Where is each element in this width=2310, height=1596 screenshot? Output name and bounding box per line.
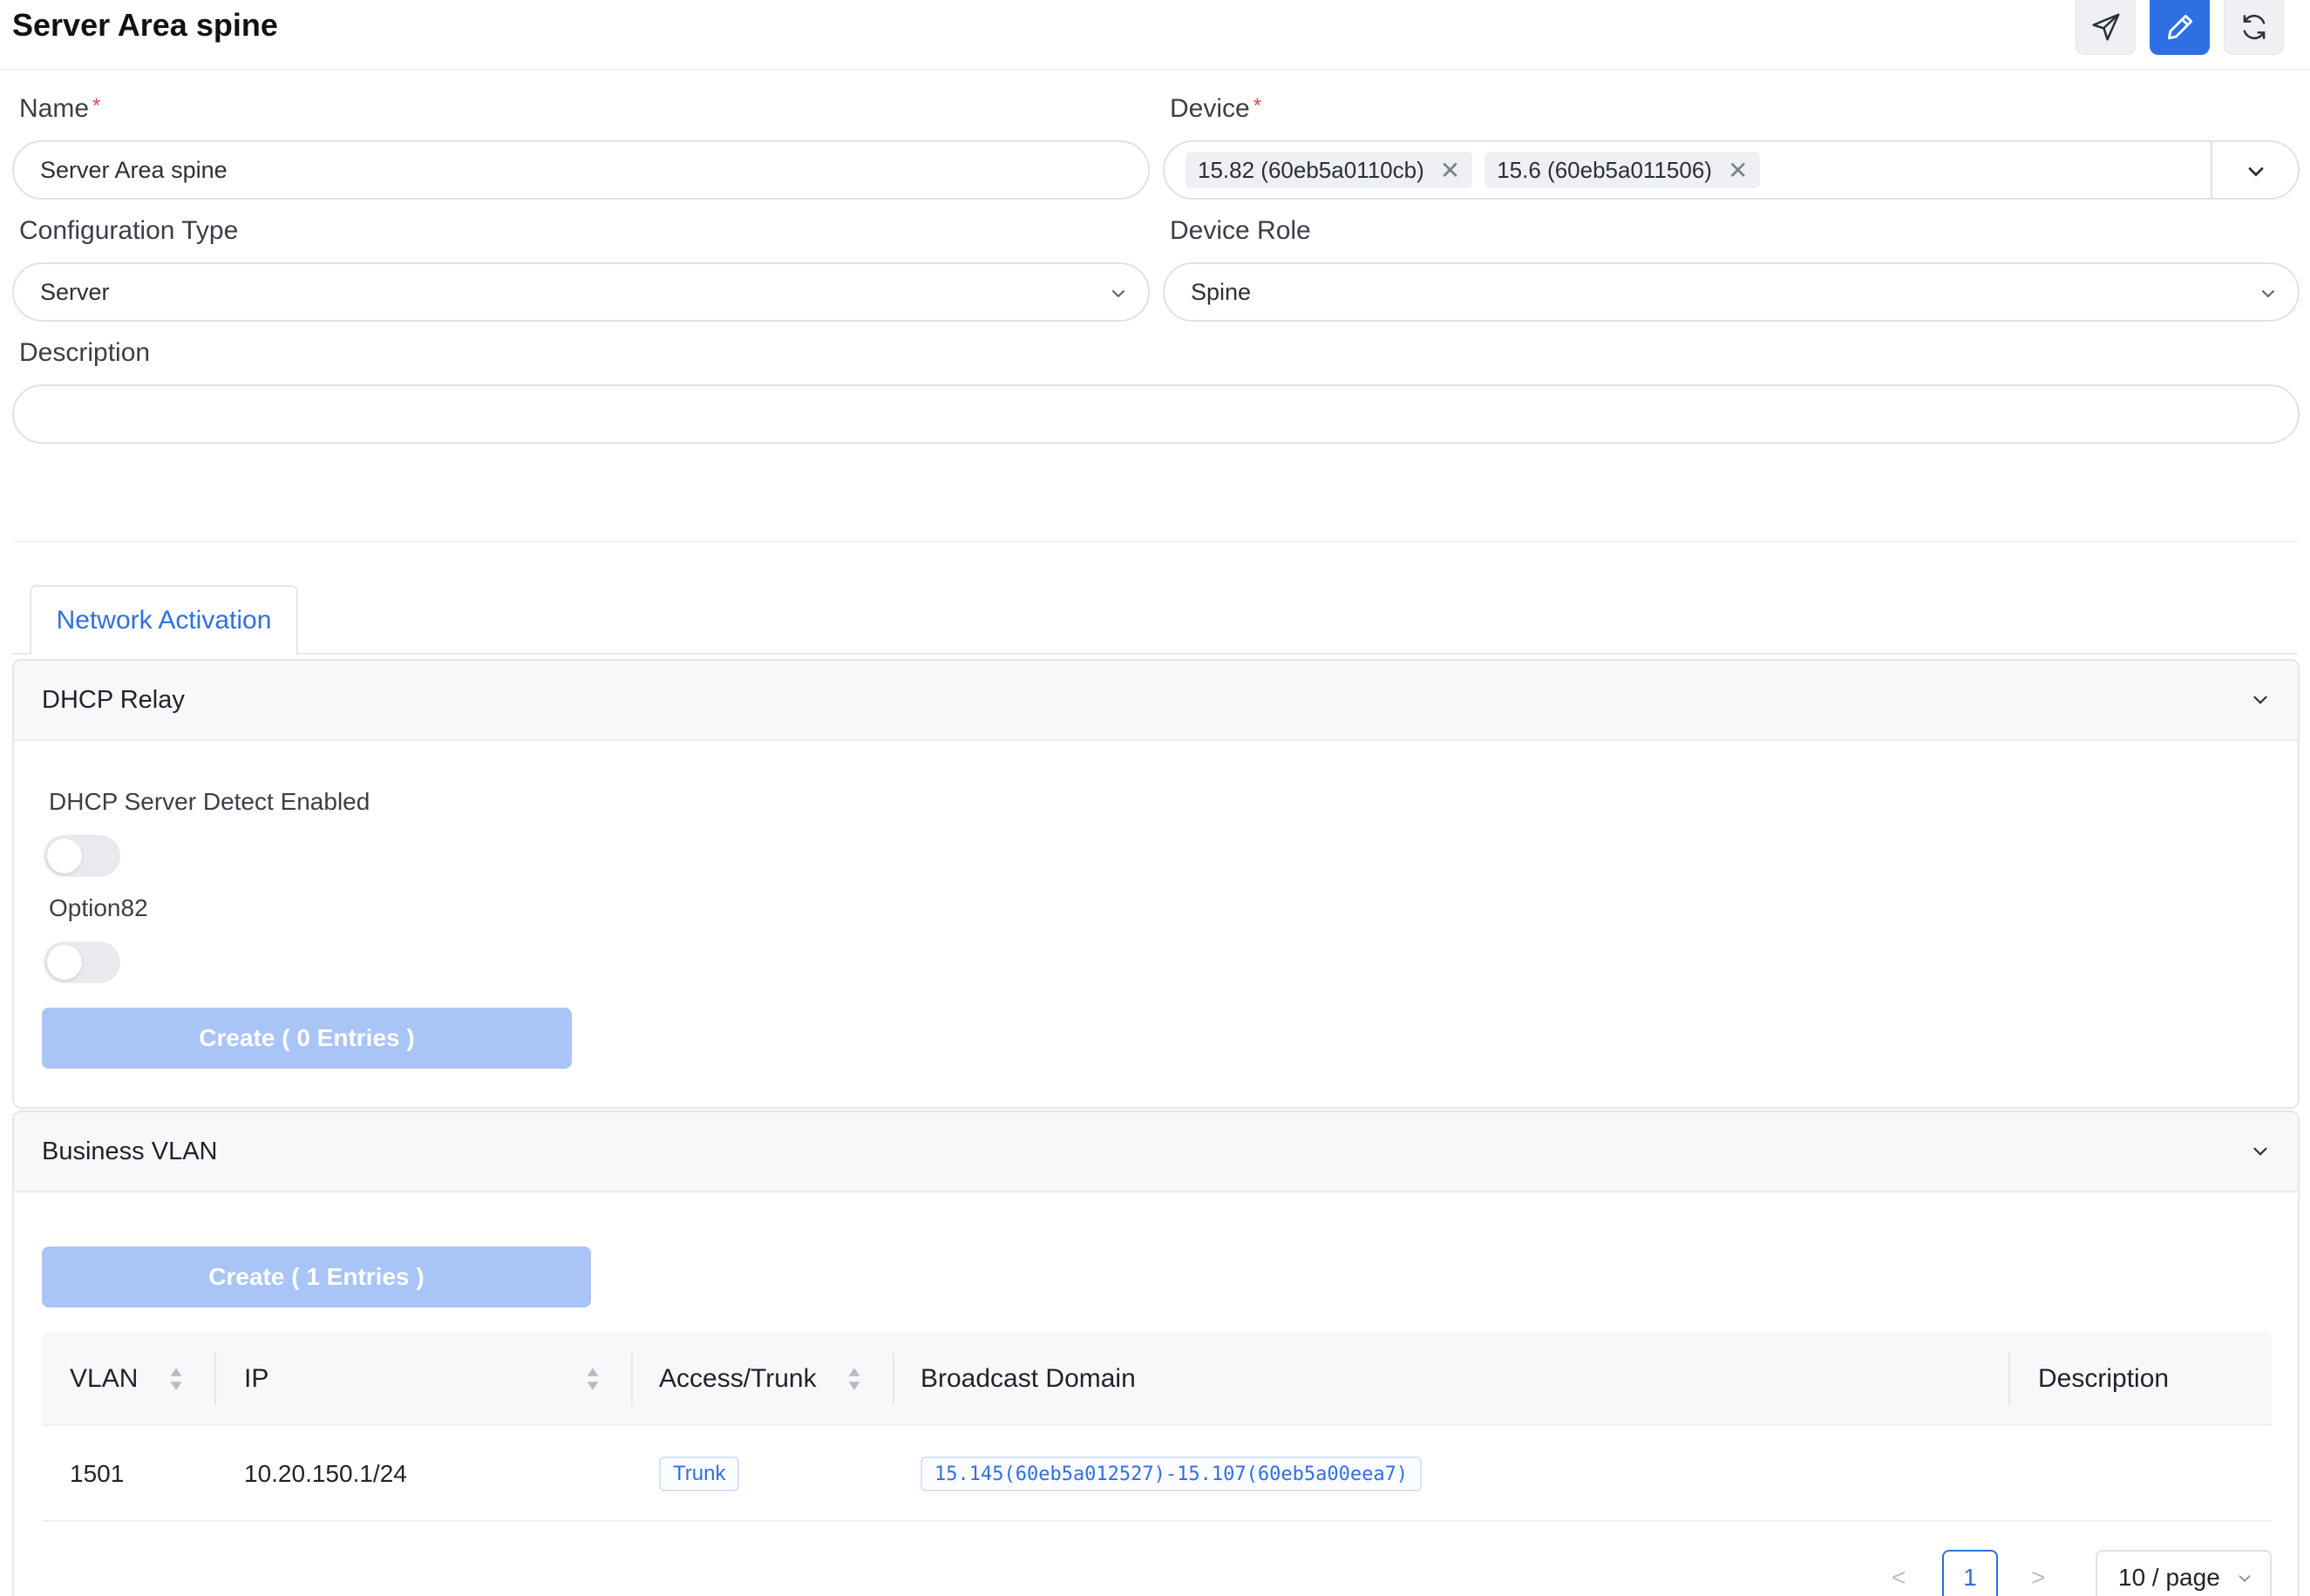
table-row: 1501 10.20.150.1/24 Trunk 15.145(60eb5a0… xyxy=(42,1426,2272,1522)
device-role-value: Spine xyxy=(1191,278,1252,305)
name-input[interactable]: Server Area spine xyxy=(12,140,1150,200)
page-size-select[interactable]: 10 / page xyxy=(2096,1550,2272,1596)
column-header-broadcast-domain: Broadcast Domain xyxy=(921,1364,1136,1393)
chevron-down-icon[interactable] xyxy=(2244,160,2268,184)
name-label: Name * xyxy=(19,94,101,123)
remove-tag-icon[interactable]: ✕ xyxy=(1728,156,1748,185)
edit-button[interactable] xyxy=(2150,0,2210,55)
cell-vlan: 1501 xyxy=(70,1460,125,1487)
edit-icon xyxy=(2167,14,2192,40)
chevron-down-icon xyxy=(2253,696,2267,704)
column-divider xyxy=(2008,1353,2010,1405)
column-header-ip[interactable]: IP xyxy=(244,1332,268,1426)
description-input[interactable] xyxy=(12,384,2300,444)
description-label: Description xyxy=(19,338,151,367)
form-divider xyxy=(12,541,2298,542)
business-vlan-header[interactable]: Business VLAN xyxy=(14,1112,2298,1192)
device-tag: 15.6 (60eb5a011506) ✕ xyxy=(1485,152,1761,188)
cell-access-trunk: Trunk xyxy=(659,1426,740,1522)
dhcp-server-detect-toggle[interactable] xyxy=(44,835,120,877)
tab-bar xyxy=(12,653,2298,655)
sort-icon[interactable] xyxy=(847,1365,861,1393)
page-size-value: 10 / page xyxy=(2118,1564,2220,1591)
create-dhcp-entries-button[interactable]: Create ( 0 Entries ) xyxy=(42,1008,572,1069)
column-header-vlan[interactable]: VLAN xyxy=(70,1332,138,1426)
column-divider xyxy=(214,1353,216,1405)
sort-icon[interactable] xyxy=(169,1365,183,1393)
remove-tag-icon[interactable]: ✕ xyxy=(1440,156,1460,185)
chevron-down-icon xyxy=(2253,1147,2267,1156)
pagination-prev-button[interactable]: < xyxy=(1892,1564,1906,1592)
column-header-description: Description xyxy=(2038,1364,2170,1393)
device-select[interactable]: 15.82 (60eb5a0110cb) ✕ 15.6 (60eb5a01150… xyxy=(1163,140,2300,200)
column-divider xyxy=(893,1353,894,1405)
device-role-label: Device Role xyxy=(1170,216,1311,245)
device-label: Device * xyxy=(1170,94,1262,123)
option82-toggle[interactable] xyxy=(44,941,120,983)
refresh-button[interactable] xyxy=(2224,0,2284,55)
column-header-access-trunk[interactable]: Access/Trunk xyxy=(659,1332,817,1426)
dhcp-relay-header[interactable]: DHCP Relay xyxy=(14,661,2298,741)
configuration-type-select[interactable]: Server xyxy=(12,262,1150,322)
cell-broadcast-domain: 15.145(60eb5a012527)-15.107(60eb5a00eea7… xyxy=(921,1426,1423,1522)
toolbar xyxy=(2076,0,2284,55)
refresh-icon xyxy=(2243,15,2265,39)
mode-tag: Trunk xyxy=(659,1457,740,1491)
dhcp-relay-panel: DHCP Relay DHCP Server Detect Enabled Op… xyxy=(12,659,2300,1109)
broadcast-domain-tag: 15.145(60eb5a012527)-15.107(60eb5a00eea7… xyxy=(921,1457,1423,1491)
sort-icon[interactable] xyxy=(586,1365,600,1393)
header-divider xyxy=(0,69,2310,70)
configuration-type-label: Configuration Type xyxy=(19,216,239,245)
panel-title: Business VLAN xyxy=(42,1137,218,1165)
cell-ip: 10.20.150.1/24 xyxy=(244,1460,407,1487)
send-icon xyxy=(2091,13,2120,41)
vlan-table: VLAN IP Access/Trunk Broadcast Domain De… xyxy=(42,1332,2272,1522)
create-vlan-entries-button[interactable]: Create ( 1 Entries ) xyxy=(42,1246,591,1307)
chevron-down-icon xyxy=(2262,290,2274,298)
chevron-down-icon xyxy=(2239,1575,2251,1583)
pagination-page-1[interactable]: 1 xyxy=(1942,1550,1998,1596)
configuration-type-value: Server xyxy=(40,278,110,305)
name-input-value: Server Area spine xyxy=(40,156,228,183)
pagination-next-button[interactable]: > xyxy=(2031,1564,2045,1592)
select-divider xyxy=(2211,142,2212,198)
column-divider xyxy=(631,1353,633,1405)
panel-title: DHCP Relay xyxy=(42,685,185,714)
option82-label: Option82 xyxy=(49,894,148,921)
device-role-select[interactable]: Spine xyxy=(1163,262,2300,322)
page-title: Server Area spine xyxy=(12,7,278,43)
deploy-button[interactable] xyxy=(2076,0,2136,55)
dhcp-server-detect-label: DHCP Server Detect Enabled xyxy=(49,788,370,815)
tab-network-activation[interactable]: Network Activation xyxy=(30,585,298,655)
chevron-down-icon xyxy=(1112,290,1124,298)
device-tag: 15.82 (60eb5a0110cb) ✕ xyxy=(1186,152,1473,188)
table-header: VLAN IP Access/Trunk Broadcast Domain De… xyxy=(42,1332,2272,1426)
